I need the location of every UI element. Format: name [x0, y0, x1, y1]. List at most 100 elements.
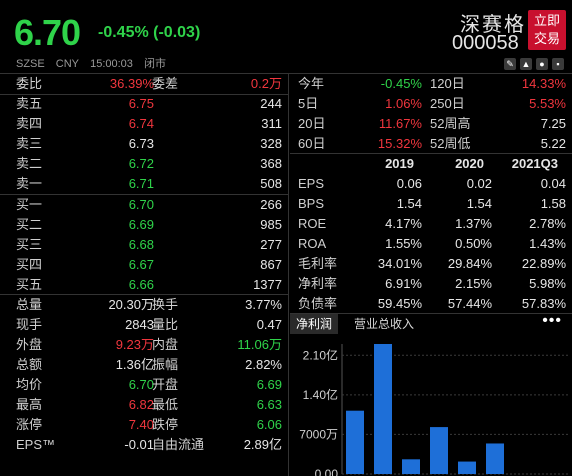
edit-icon[interactable]: ✎	[504, 58, 516, 70]
bell-icon[interactable]: ●	[536, 58, 548, 70]
divider-vertical	[288, 74, 289, 476]
quote-header: 6.70 -0.45% (-0.03) 深赛格 000058 立即 交易	[0, 0, 572, 56]
financial-row: ROE 4.17% 1.37% 2.78%	[298, 214, 566, 234]
profit-bar[interactable]	[402, 459, 420, 474]
financial-value: 1.54	[396, 196, 422, 211]
bid-price: 6.68	[128, 237, 154, 252]
bid-price: 6.66	[128, 277, 154, 292]
y-tick-label: 2.10亿	[303, 347, 338, 362]
quote-subheader: SZSE CNY 15:00:03 闭市	[0, 56, 572, 73]
stat-label: 最高	[16, 397, 43, 412]
stat-label: 换手	[152, 297, 179, 312]
perf-row: 60日 15.32% 52周低 5.22	[298, 134, 566, 154]
last-price: 6.70	[14, 12, 81, 53]
ask-volume: 508	[260, 176, 282, 191]
financial-label: BPS	[298, 196, 325, 211]
bid-volume: 867	[260, 257, 282, 272]
stat-value: 6.06	[256, 417, 282, 432]
diff-value: 0.2万	[250, 76, 282, 91]
financial-value: 1.37%	[455, 216, 492, 231]
bid-row: 买一 6.70 266	[16, 195, 282, 215]
y-tick-label: 0.00	[315, 467, 339, 476]
financial-value: 4.17%	[385, 216, 422, 231]
stat-value: 20.30万	[108, 297, 154, 312]
financial-row: 净利率 6.91% 2.15% 5.98%	[298, 274, 566, 294]
bid-row: 买三 6.68 277	[16, 235, 282, 255]
trade-button-line2: 交易	[533, 31, 560, 46]
financial-value: 0.04	[540, 176, 566, 191]
ask-row: 卖一 6.71 508	[16, 174, 282, 194]
ask-volume: 311	[261, 116, 282, 131]
stat-row: 外盘 9.23万 内盘 11.06万	[16, 335, 282, 355]
financial-value: 57.44%	[447, 296, 492, 311]
quote-time: 15:00:03	[90, 58, 133, 70]
financial-value: 5.98%	[529, 276, 566, 291]
profit-bar[interactable]	[374, 344, 392, 474]
stat-label: 最低	[152, 397, 179, 412]
bid-label: 买三	[16, 237, 43, 252]
chart-svg: 2.10亿 1.40亿 7000万 0.00	[299, 344, 568, 476]
financial-row: 负债率 59.45% 57.44% 57.83%	[298, 294, 566, 314]
tab-revenue[interactable]: 营业总收入	[348, 314, 420, 334]
order-ratio-row: 委比 36.39% 委差 0.2万	[16, 74, 282, 94]
financial-value: 57.83%	[521, 296, 566, 311]
stat-value: 6.63	[256, 397, 282, 412]
perf-value: 5.22	[540, 136, 566, 151]
perf-label: 5日	[298, 96, 319, 111]
trade-now-button[interactable]: 立即 交易	[528, 10, 566, 50]
bid-label: 买二	[16, 217, 43, 232]
stat-value: 7.40	[128, 417, 154, 432]
stat-value: 2.89亿	[243, 437, 282, 452]
ask-price: 6.72	[128, 156, 154, 171]
bid-volume: 1377	[253, 277, 282, 292]
net-profit-chart: 2.10亿 1.40亿 7000万 0.00	[290, 336, 572, 476]
chat-icon[interactable]: ▪	[552, 58, 564, 70]
perf-label: 250日	[430, 96, 465, 111]
stat-row: 总量 20.30万 换手 3.77%	[16, 295, 282, 315]
profit-bar[interactable]	[486, 443, 504, 474]
financial-value: 0.06	[396, 176, 422, 191]
perf-row: 今年 -0.45% 120日 14.33%	[298, 74, 566, 94]
stat-label: 现手	[16, 317, 43, 332]
financial-label: 负债率	[298, 296, 338, 311]
bid-volume: 985	[260, 217, 282, 232]
tab-net-profit[interactable]: 净利润	[290, 314, 339, 334]
stat-value: 6.70	[128, 377, 154, 392]
perf-row: 5日 1.06% 250日 5.53%	[298, 94, 566, 114]
profit-bar[interactable]	[430, 427, 448, 474]
perf-value: 15.32%	[377, 136, 422, 151]
bid-price: 6.69	[128, 217, 154, 232]
financial-row: 毛利率 34.01% 29.84% 22.89%	[298, 254, 566, 274]
stat-label: 量比	[152, 317, 179, 332]
stat-row: 均价 6.70 开盘 6.69	[16, 375, 282, 395]
ask-row: 卖五 6.75 244	[16, 94, 282, 114]
bid-price: 6.67	[128, 257, 154, 272]
more-icon[interactable]: •••	[542, 312, 562, 330]
stat-label: 开盘	[152, 377, 179, 392]
exchange: SZSE	[16, 58, 45, 70]
ask-volume: 368	[260, 156, 282, 171]
ask-label: 卖四	[16, 116, 43, 131]
ask-label: 卖一	[16, 176, 43, 191]
price-change: -0.45% (-0.03)	[98, 24, 201, 41]
financial-value: 29.84%	[447, 256, 492, 271]
perf-label: 52周低	[430, 136, 471, 151]
perf-row: 20日 11.67% 52周高 7.25	[298, 114, 566, 134]
ask-row: 卖三 6.73 328	[16, 134, 282, 154]
financial-value: 0.02	[466, 176, 492, 191]
alert-icon[interactable]: ▲	[520, 58, 532, 70]
financial-header: 2019 2020 2021Q3	[290, 154, 566, 174]
stat-value: 1.36亿	[115, 357, 154, 372]
financial-label: ROA	[298, 236, 327, 251]
perf-label: 20日	[298, 116, 326, 131]
bid-label: 买五	[16, 277, 43, 292]
profit-bar[interactable]	[346, 410, 364, 474]
year-col-2: 2020	[455, 156, 484, 171]
financial-value: 34.01%	[377, 256, 422, 271]
stat-value: 0.47	[256, 317, 282, 332]
stat-value: 3.77%	[245, 297, 282, 312]
perf-value: -0.45%	[380, 76, 422, 91]
y-tick-label: 1.40亿	[303, 387, 338, 402]
stat-label: 均价	[16, 377, 43, 392]
profit-bar[interactable]	[458, 461, 476, 474]
